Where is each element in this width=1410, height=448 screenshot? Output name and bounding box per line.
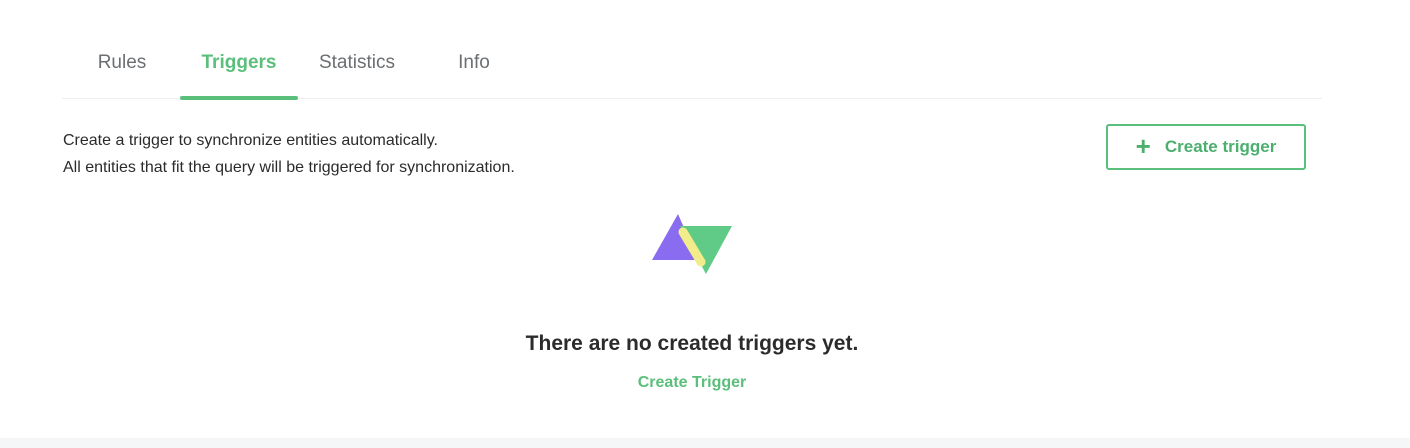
triggers-description: Create a trigger to synchronize entities… xyxy=(63,127,515,181)
page-bottom-edge xyxy=(0,438,1410,448)
active-tab-indicator xyxy=(180,96,298,100)
tab-rules[interactable]: Rules xyxy=(82,50,162,98)
description-line-1: Create a trigger to synchronize entities… xyxy=(63,132,438,149)
empty-state-title: There are no created triggers yet. xyxy=(525,332,859,355)
plus-icon: + xyxy=(1135,130,1151,161)
tab-label: Triggers xyxy=(201,52,277,73)
create-trigger-button-label: Create trigger xyxy=(1164,137,1277,156)
tab-bar: Rules Triggers Statistics Info xyxy=(62,0,1322,100)
tab-info[interactable]: Info xyxy=(444,50,504,98)
tab-label: Rules xyxy=(97,52,147,73)
create-trigger-button[interactable]: + Create trigger xyxy=(1106,124,1306,170)
triangles-logo-icon xyxy=(652,214,732,274)
tab-label: Statistics xyxy=(318,52,396,73)
tab-label: Info xyxy=(458,52,490,73)
description-line-2: All entities that fit the query will be … xyxy=(63,159,515,176)
tab-triggers[interactable]: Triggers xyxy=(180,50,298,100)
tab-statistics[interactable]: Statistics xyxy=(312,50,402,98)
create-trigger-link[interactable]: Create Trigger xyxy=(0,374,1384,392)
